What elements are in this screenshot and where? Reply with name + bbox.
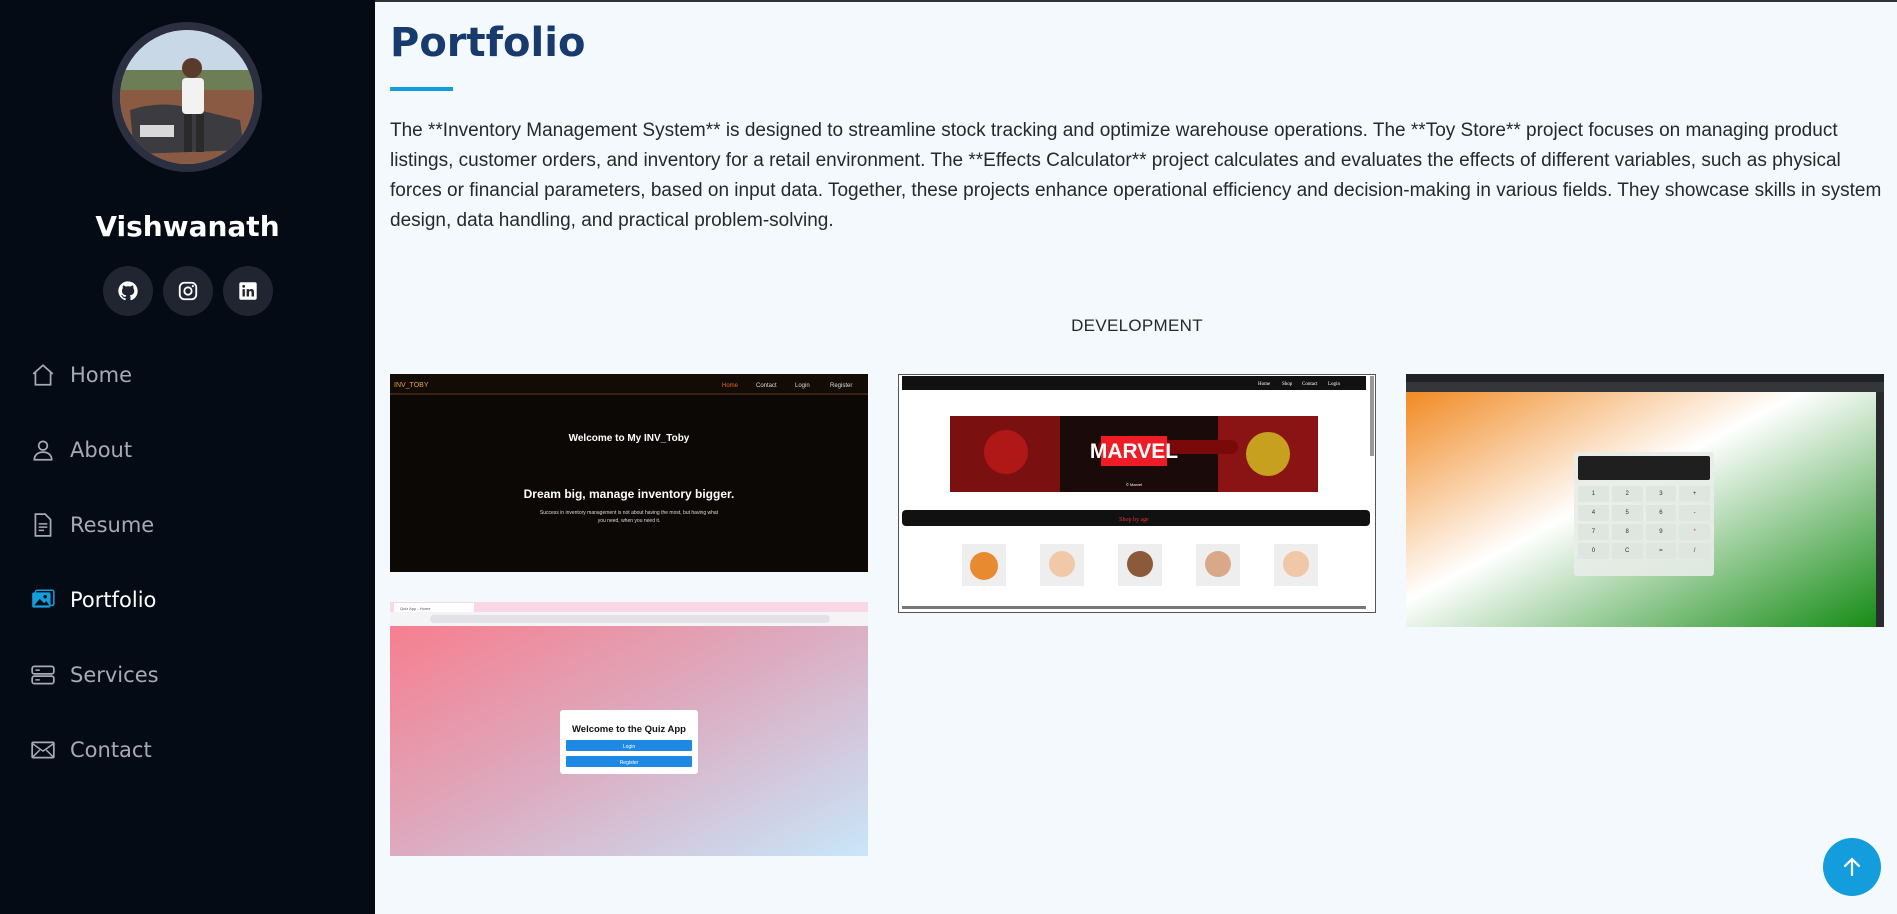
quiz-register: Register: [620, 760, 639, 766]
linkedin-link[interactable]: [222, 266, 273, 316]
instagram-icon: [178, 281, 197, 301]
nav-item-about[interactable]: About: [30, 430, 159, 470]
nav-item-label: Resume: [70, 513, 155, 537]
linkedin-icon: [238, 282, 257, 300]
calc-key: -: [1679, 505, 1710, 521]
portfolio-item-inventory[interactable]: INV_TOBY Home Contact Login Register Wel…: [390, 374, 868, 572]
quiz-title: Welcome to the Quiz App: [572, 724, 686, 735]
portfolio-item-calculator[interactable]: 1 2 3 +4 5 6- 7 8 9 * 0 C = /: [1406, 374, 1884, 627]
calc-key: 3: [1645, 486, 1677, 502]
github-link[interactable]: [102, 266, 153, 316]
github-icon: [117, 281, 138, 301]
calc-key: /: [1679, 543, 1710, 559]
nav-item-services[interactable]: Services: [30, 655, 159, 695]
profile-name: Vishwanath: [95, 210, 280, 243]
nav-item-contact[interactable]: Contact: [30, 730, 159, 770]
nav-item-label: Home: [70, 363, 133, 387]
images-icon: [32, 589, 55, 608]
inv-nav-contact: Contact: [756, 383, 777, 389]
calc-key: C: [1611, 543, 1643, 559]
intro-text: The **Inventory Management System** is d…: [390, 120, 1882, 231]
person-icon: [33, 440, 53, 461]
arrow-up-icon: [1843, 857, 1861, 877]
inv-headline: Dream big, manage inventory bigger.: [524, 487, 735, 501]
inv-brand: INV_TOBY: [394, 382, 429, 389]
nav-item-label: Portfolio: [70, 588, 157, 612]
toy-cta: Shop by age: [1119, 517, 1149, 523]
calc-key: 0: [1578, 543, 1609, 559]
inv-nav-register: Register: [830, 383, 852, 389]
home-icon: [32, 364, 54, 386]
portfolio-item-quiz[interactable]: Quiz App - Home Welcome to the Quiz App …: [390, 602, 868, 856]
back-to-top-button[interactable]: [1823, 838, 1881, 896]
file-text-icon: [34, 513, 52, 537]
toy-banner-sub: © Marvel: [1126, 482, 1142, 487]
nav-item-portfolio[interactable]: Portfolio: [30, 580, 159, 620]
toy-nav-login: Login: [1328, 382, 1340, 387]
quiz-screenshot: Quiz App - Home Welcome to the Quiz App …: [390, 602, 868, 856]
inventory-screenshot: INV_TOBY Home Contact Login Register Wel…: [390, 374, 868, 572]
quiz-tab: Quiz App - Home: [400, 606, 431, 611]
title-underline: [390, 87, 453, 91]
quiz-login: Login: [623, 744, 635, 750]
calc-key: 4: [1578, 505, 1609, 521]
nav-item-label: Contact: [70, 738, 152, 762]
envelope-icon: [31, 741, 55, 759]
calc-key: *: [1679, 524, 1710, 540]
inv-welcome: Welcome to My INV_Toby: [569, 433, 690, 444]
side-nav: Home About Resume Portfolio Services Con…: [30, 355, 159, 805]
toy-banner: MARVEL: [1090, 440, 1178, 463]
nav-item-resume[interactable]: Resume: [30, 505, 159, 545]
nav-item-label: About: [70, 438, 133, 462]
toy-nav-shop: Shop: [1282, 382, 1293, 387]
calc-key: 1: [1578, 486, 1609, 502]
calc-key: 5: [1611, 505, 1643, 521]
calc-key: 7: [1578, 524, 1609, 540]
avatar-photo: [120, 30, 254, 164]
page-title: Portfolio: [390, 20, 586, 66]
calc-key: 2: [1611, 486, 1643, 502]
inv-sub2: you need, when you need it.: [598, 518, 661, 524]
portfolio-item-toystore[interactable]: Home Shop Contact Login MARVEL © Marvel …: [898, 374, 1376, 613]
toystore-screenshot: Home Shop Contact Login MARVEL © Marvel …: [898, 374, 1376, 613]
social-links: [0, 266, 375, 316]
inv-nav-home: Home: [722, 383, 739, 389]
sidebar: Vishwanath Home About Resume Portfolio S…: [0, 0, 375, 914]
toy-nav-contact: Contact: [1302, 382, 1318, 387]
calc-key: 8: [1611, 524, 1643, 540]
inv-nav-login: Login: [795, 383, 810, 389]
nav-item-home[interactable]: Home: [30, 355, 159, 395]
instagram-link[interactable]: [162, 266, 213, 316]
filter-development[interactable]: DEVELOPMENT: [390, 316, 1884, 336]
calc-key: +: [1679, 486, 1710, 502]
nav-item-label: Services: [70, 663, 159, 687]
calc-key: 6: [1645, 505, 1677, 521]
calc-key: =: [1645, 543, 1677, 559]
calc-key: 9: [1645, 524, 1677, 540]
server-icon: [31, 665, 55, 685]
avatar: [112, 22, 262, 172]
calculator-keypad: 1 2 3 +4 5 6- 7 8 9 * 0 C = /: [1578, 486, 1710, 559]
toy-nav-home: Home: [1258, 382, 1271, 387]
inv-sub1: Success in inventory management is not a…: [540, 510, 719, 516]
